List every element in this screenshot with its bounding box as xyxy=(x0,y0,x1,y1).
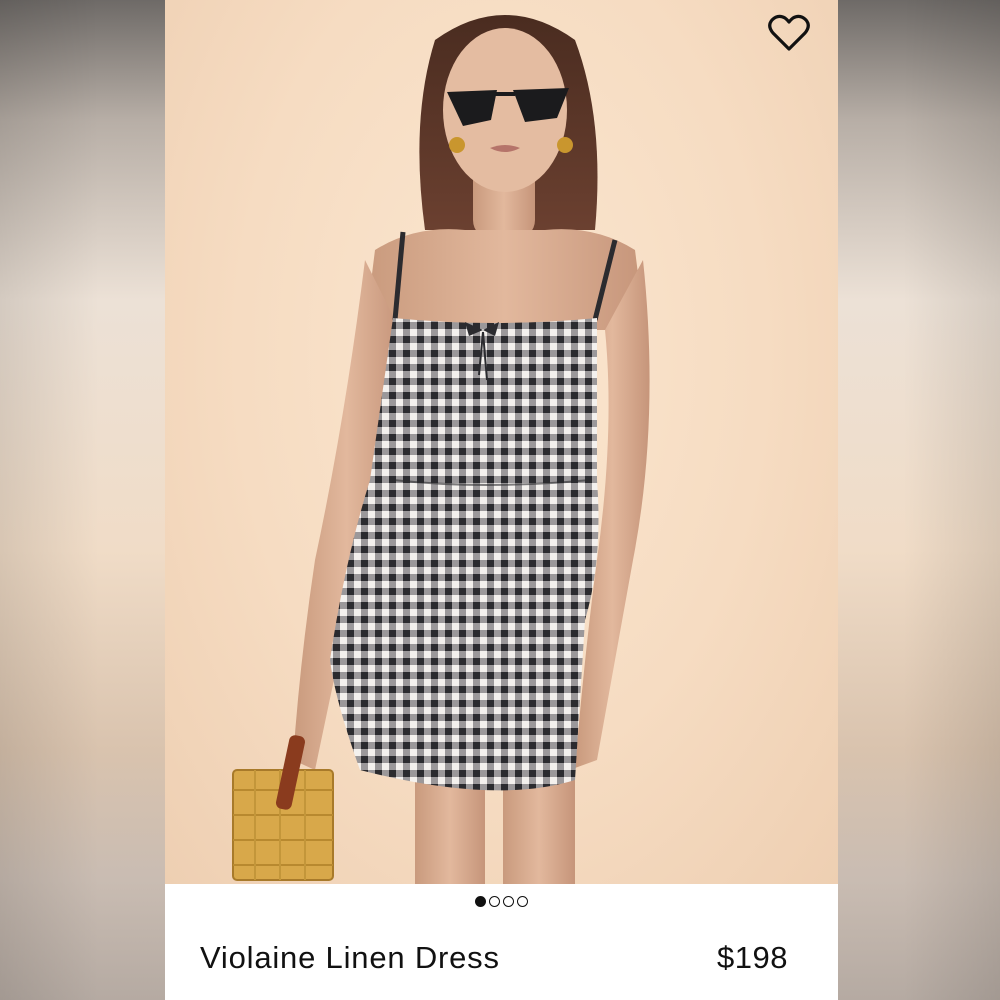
left-blur-background xyxy=(0,0,165,1000)
carousel-dot-2[interactable] xyxy=(489,896,500,907)
favorite-button[interactable] xyxy=(768,14,814,60)
carousel-dot-1[interactable] xyxy=(475,896,486,907)
heart-outline-icon xyxy=(768,14,810,51)
carousel-dot-3[interactable] xyxy=(503,896,514,907)
carousel-indicator xyxy=(165,896,838,910)
right-blur-background xyxy=(838,0,1000,1000)
product-card[interactable]: Violaine Linen Dress $198 xyxy=(165,0,838,1000)
carousel-dot-4[interactable] xyxy=(517,896,528,907)
product-price: $198 xyxy=(717,940,788,975)
product-image[interactable] xyxy=(165,0,838,884)
product-title[interactable]: Violaine Linen Dress xyxy=(200,940,500,976)
model-illustration xyxy=(232,15,650,884)
